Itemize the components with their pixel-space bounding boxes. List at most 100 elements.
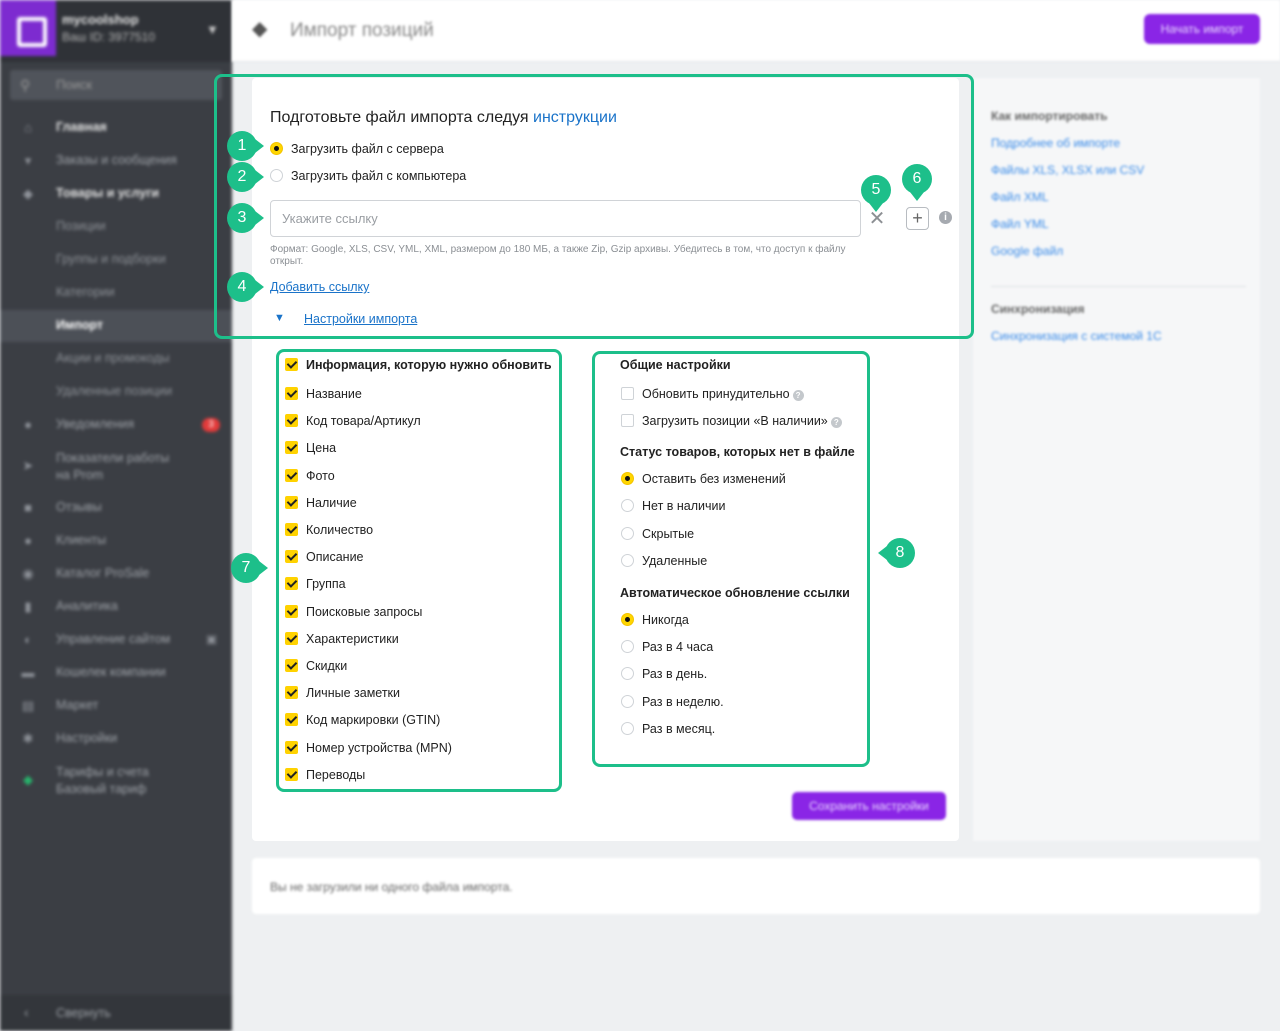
help-link[interactable]: Файлы XLS, XLSX или CSV	[991, 163, 1144, 177]
checkbox-update-item[interactable]	[285, 686, 298, 700]
radio-source-server-label: Загрузить файл с сервера	[291, 142, 444, 156]
help-icon[interactable]: ?	[792, 390, 804, 401]
checkbox-update-item[interactable]	[285, 441, 298, 455]
sidebar-item-promos[interactable]: Акции и промокоды	[0, 343, 232, 375]
sidebar-item-label: Кошелек компании	[56, 665, 166, 679]
info-icon[interactable]: i	[939, 211, 952, 224]
help-link[interactable]: Подробнее об импорте	[991, 136, 1120, 150]
update-item-label: Личные заметки	[306, 686, 401, 701]
wallet-icon: ▬	[21, 665, 35, 680]
help-sidebar: Как импортировать Подробнее об импорте Ф…	[973, 78, 1260, 841]
annotation-marker: 6	[902, 164, 932, 201]
sidebar-search[interactable]: ⚲ Поиск	[10, 70, 222, 100]
help-link[interactable]: Синхронизация с системой 1С	[991, 329, 1162, 343]
checkbox-update-item[interactable]	[285, 468, 298, 482]
sidebar-item-settings[interactable]: ✱ Настройки	[0, 723, 232, 755]
checkbox-update-item[interactable]	[285, 713, 298, 727]
help-link[interactable]: Файл YML	[991, 217, 1049, 231]
checkbox-update-item[interactable]	[285, 414, 298, 428]
sidebar-item-orders[interactable]: ▾ Заказы и сообщения	[0, 145, 232, 177]
checkbox-update-item[interactable]	[285, 550, 298, 564]
help-link[interactable]: Google файл	[991, 244, 1063, 258]
sidebar-collapse-label: Свернуть	[56, 1006, 111, 1020]
checkbox-update-item[interactable]	[285, 767, 298, 781]
add-url-button[interactable]: +	[906, 207, 929, 230]
globe-icon: ◉	[22, 566, 34, 581]
sidebar-item-positions[interactable]: Позиции	[0, 211, 232, 243]
force-update-text: Обновить принудительно	[642, 387, 790, 401]
sidebar-item-import[interactable]: Импорт	[0, 310, 232, 342]
sidebar-item-analytics[interactable]: ▮ Аналитика	[0, 591, 232, 623]
sidebar-item-wallet[interactable]: ▬ Кошелек компании	[0, 657, 232, 689]
update-item-label: Номер устройства (MPN)	[306, 740, 452, 755]
radio-source-computer[interactable]	[270, 169, 283, 182]
checkbox-update-item[interactable]	[285, 631, 298, 645]
save-settings-button[interactable]: Сохранить настройки	[792, 792, 946, 820]
sidebar-item-products[interactable]: ◆ Товары и услуги	[0, 178, 232, 210]
radio-source-server[interactable]	[270, 142, 283, 155]
missing-status-label: Удаленные	[642, 553, 708, 568]
sidebar-item-label: Группы и подборки	[56, 252, 166, 266]
sidebar-item-label: Удаленные позиции	[56, 384, 173, 398]
checkbox-update-item[interactable]	[285, 495, 298, 509]
checkbox-update-all[interactable]	[285, 358, 298, 371]
sidebar-collapse[interactable]: ‹ Свернуть	[0, 995, 232, 1031]
update-item-label: Группа	[306, 577, 346, 592]
auto-update-radio[interactable]	[621, 721, 634, 735]
sidebar-item-performance[interactable]: ➤ Показатели работы на Prom	[0, 450, 232, 490]
add-link[interactable]: Добавить ссылку	[270, 280, 369, 294]
missing-status-radio[interactable]	[621, 553, 634, 567]
annotation-marker: 5	[861, 175, 891, 212]
upload-in-stock-label: Загрузить позиции «В наличии»?	[642, 414, 842, 428]
start-import-button[interactable]: Начать импорт	[1144, 14, 1260, 44]
shop-header[interactable]: mycoolshop Ваш ID: 3977510 ▼	[0, 0, 232, 62]
annotation-marker: 4	[227, 272, 264, 302]
checkbox-update-item[interactable]	[285, 740, 298, 754]
help-icon[interactable]: ?	[830, 417, 842, 428]
format-hint: Формат: Google, XLS, CSV, YML, XML, разм…	[270, 244, 846, 267]
help-link[interactable]: Файл XML	[991, 190, 1049, 204]
sidebar-item-label: Товары и услуги	[56, 186, 160, 200]
url-input[interactable]	[270, 200, 861, 237]
annotation-marker: 1	[227, 131, 264, 161]
sidebar-item-market[interactable]: ▤ Маркет	[0, 690, 232, 722]
annotation-marker: 7	[231, 553, 268, 583]
chevron-down-icon[interactable]: ▼	[274, 312, 285, 324]
checkbox-update-item[interactable]	[285, 659, 298, 672]
checkbox-update-item[interactable]	[285, 387, 298, 400]
update-item-label: Цена	[306, 441, 337, 456]
sidebar-item-notifications[interactable]: ● Уведомления 3	[0, 409, 232, 441]
update-item-label: Код маркировки (GTIN)	[306, 713, 441, 728]
search-icon: ⚲	[20, 77, 31, 93]
general-settings-title: Общие настройки	[620, 358, 731, 372]
checkbox-update-item[interactable]	[285, 523, 298, 536]
checkbox-force-update[interactable]	[621, 387, 634, 400]
sidebar-item-deleted[interactable]: Удаленные позиции	[0, 376, 232, 408]
auto-update-radio[interactable]	[621, 613, 634, 626]
update-item-label: Количество	[306, 523, 374, 537]
sidebar-item-home[interactable]: ⌂ Главная	[0, 112, 232, 144]
sidebar-item-site-management[interactable]: ◐ Управление сайтом ▣	[0, 624, 232, 656]
chat-icon: ■	[24, 500, 32, 515]
checkbox-update-item[interactable]	[285, 604, 298, 618]
auto-update-label: Раз в неделю.	[642, 694, 724, 709]
sidebar-item-catalog[interactable]: ◉ Каталог ProSale	[0, 558, 232, 590]
radio-source-computer-label: Загрузить файл с компьютера	[291, 169, 467, 183]
sidebar-item-label: Каталог ProSale	[56, 566, 150, 580]
auto-update-label: Никогда	[642, 613, 689, 627]
sidebar-item-label: Маркет	[56, 698, 99, 712]
instructions-link[interactable]: инструкции	[533, 109, 617, 126]
missing-status-radio[interactable]	[621, 472, 634, 485]
sidebar-item-tariffs[interactable]: ◆ Тарифы и счета Базовый тариф	[0, 764, 232, 804]
update-item-label: Скидки	[306, 659, 348, 673]
chevron-down-icon[interactable]: ▼	[206, 22, 219, 37]
import-settings-link[interactable]: Настройки импорта	[304, 312, 417, 326]
sidebar-item-categories[interactable]: Категории	[0, 277, 232, 309]
checkbox-update-item[interactable]	[285, 577, 298, 591]
checkbox-upload-in-stock[interactable]	[621, 414, 634, 427]
sidebar-item-groups[interactable]: Группы и подборки	[0, 244, 232, 276]
missing-status-radio[interactable]	[621, 526, 634, 540]
sidebar-item-reviews[interactable]: ■ Отзывы	[0, 492, 232, 524]
sidebar-item-clients[interactable]: ● Клиенты	[0, 525, 232, 557]
auto-update-radio[interactable]	[621, 694, 634, 708]
